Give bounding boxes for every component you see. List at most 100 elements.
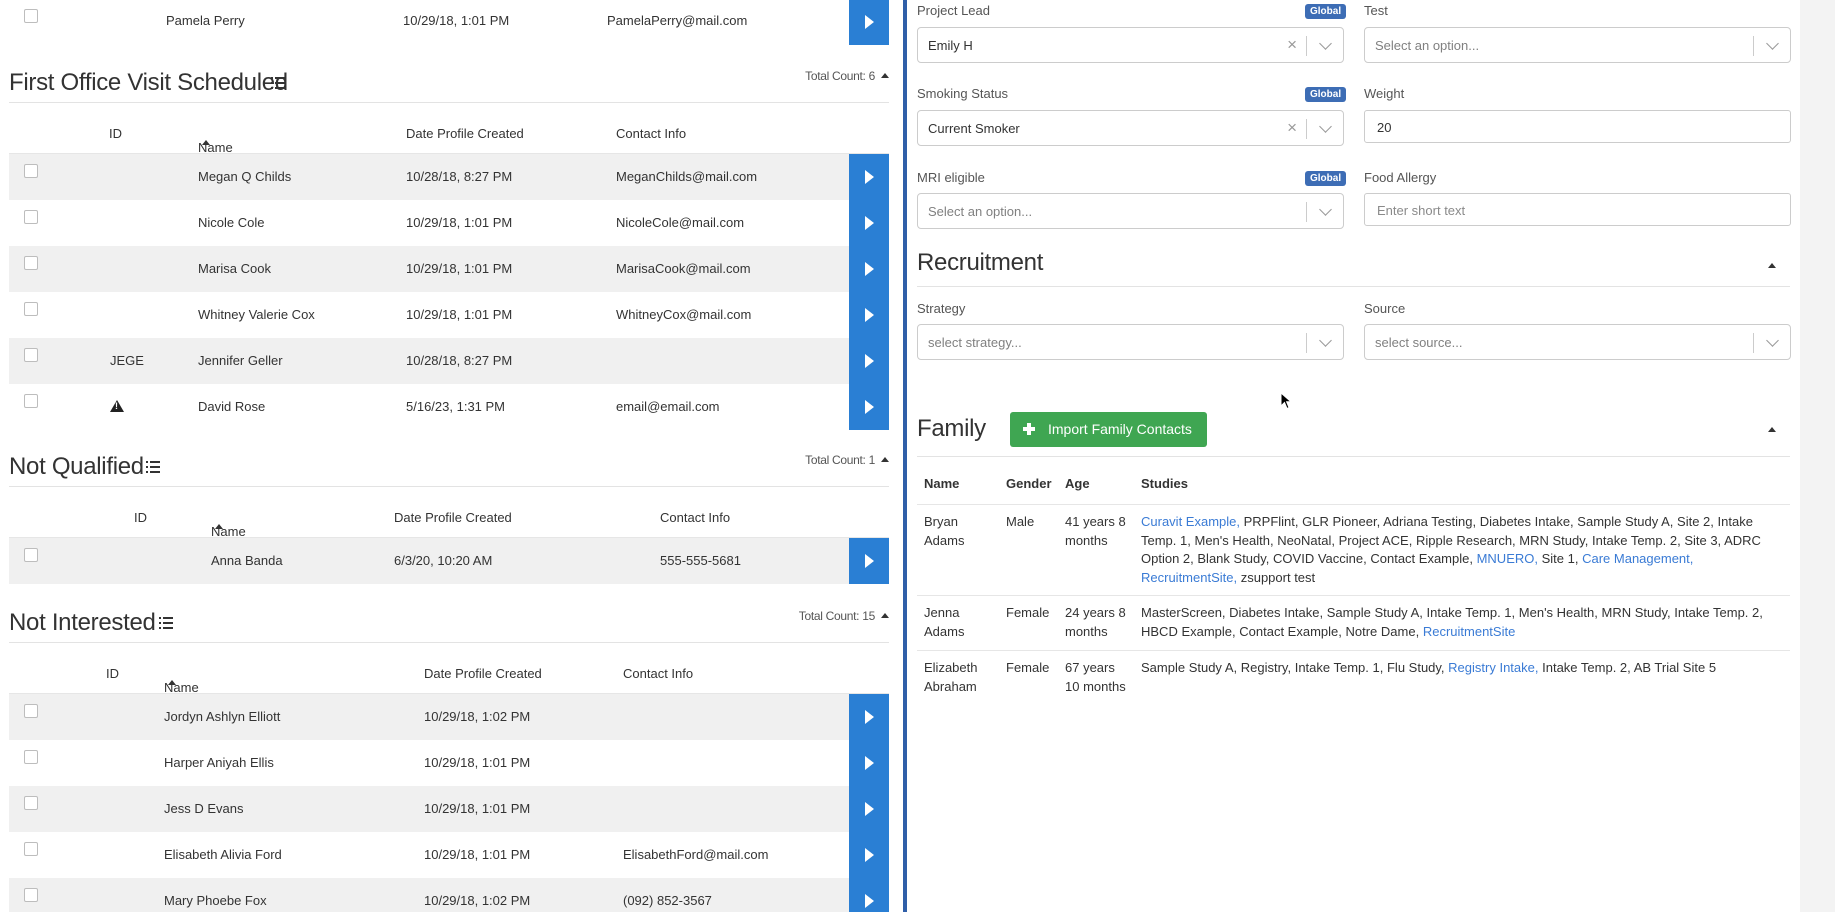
table-row[interactable]: Elisabeth Alivia Ford 10/29/18, 1:01 PM … bbox=[9, 832, 889, 878]
table-row[interactable]: Anna Banda 6/3/20, 10:20 AM 555-555-5681 bbox=[9, 538, 889, 584]
clear-icon[interactable]: × bbox=[1287, 119, 1297, 136]
row-name: Nicole Cole bbox=[198, 215, 265, 230]
open-record-button[interactable] bbox=[849, 694, 889, 740]
column-contact-info[interactable]: Contact Info bbox=[623, 666, 693, 681]
column-id[interactable]: ID bbox=[109, 126, 122, 141]
family-member-name[interactable]: Jenna Adams bbox=[924, 604, 992, 641]
chevron-down-icon[interactable] bbox=[1319, 37, 1332, 50]
section-title: First Office Visit Scheduled bbox=[9, 69, 288, 96]
study-label: Intake Temp. 2, bbox=[1674, 605, 1763, 620]
column-date-created[interactable]: Date Profile Created bbox=[406, 126, 524, 141]
study-label: Site 1, bbox=[1541, 551, 1579, 566]
collapse-caret-icon[interactable] bbox=[881, 73, 889, 78]
column-contact-info[interactable]: Contact Info bbox=[616, 126, 686, 141]
row-name: Whitney Valerie Cox bbox=[198, 307, 315, 322]
table-row[interactable]: Nicole Cole 10/29/18, 1:01 PM NicoleCole… bbox=[9, 200, 889, 246]
family-column-name: Name bbox=[924, 476, 960, 491]
open-record-button[interactable] bbox=[849, 338, 889, 384]
list-view-icon[interactable] bbox=[271, 77, 285, 89]
open-record-button[interactable] bbox=[849, 384, 889, 430]
table-row[interactable]: JEGE Jennifer Geller 10/28/18, 8:27 PM bbox=[9, 338, 889, 384]
row-checkbox[interactable] bbox=[24, 796, 38, 810]
study-link[interactable]: Care Management, bbox=[1582, 551, 1693, 566]
chevron-down-icon[interactable] bbox=[1319, 334, 1332, 347]
row-date: 10/29/18, 1:02 PM bbox=[424, 709, 531, 724]
open-record-button[interactable] bbox=[849, 878, 889, 912]
family-member-name[interactable]: Bryan Adams bbox=[924, 513, 992, 550]
collapse-caret-icon[interactable] bbox=[1768, 263, 1776, 268]
open-record-button[interactable] bbox=[849, 246, 889, 292]
mouse-cursor-icon bbox=[1280, 392, 1292, 410]
mri-eligible-select[interactable]: Select an option... bbox=[917, 193, 1344, 229]
plus-icon bbox=[1023, 423, 1035, 435]
study-link[interactable]: MNUERO, bbox=[1477, 551, 1538, 566]
open-record-button[interactable] bbox=[849, 740, 889, 786]
row-checkbox[interactable] bbox=[24, 302, 38, 316]
table-row[interactable]: Megan Q Childs 10/28/18, 8:27 PM MeganCh… bbox=[9, 154, 889, 200]
row-checkbox[interactable] bbox=[24, 704, 38, 718]
collapse-caret-icon[interactable] bbox=[881, 613, 889, 618]
section-header-not-qualified: Not Qualified Total Count: 1 bbox=[9, 447, 889, 487]
project-lead-select[interactable]: Emily H × bbox=[917, 27, 1344, 63]
chevron-down-icon[interactable] bbox=[1766, 334, 1779, 347]
source-select[interactable]: select source... bbox=[1364, 324, 1791, 360]
total-count[interactable]: Total Count: 6 bbox=[805, 69, 889, 83]
row-checkbox[interactable] bbox=[24, 548, 38, 562]
open-record-button[interactable] bbox=[849, 292, 889, 338]
column-id[interactable]: ID bbox=[134, 510, 147, 525]
study-label: Flu Study, bbox=[1386, 660, 1445, 675]
open-record-button[interactable] bbox=[849, 0, 889, 45]
row-checkbox[interactable] bbox=[24, 9, 38, 23]
column-date-created[interactable]: Date Profile Created bbox=[424, 666, 542, 681]
clear-icon[interactable]: × bbox=[1287, 36, 1297, 53]
app-page: Pamela Perry 10/29/18, 1:01 PM PamelaPer… bbox=[0, 0, 1835, 912]
study-label: COVID Vaccine, bbox=[1273, 551, 1367, 566]
chevron-down-icon[interactable] bbox=[1766, 37, 1779, 50]
scrollbar-track[interactable] bbox=[1800, 0, 1835, 912]
strategy-select[interactable]: select strategy... bbox=[917, 324, 1344, 360]
table-row[interactable]: Jess D Evans 10/29/18, 1:01 PM bbox=[9, 786, 889, 832]
open-record-button[interactable] bbox=[849, 538, 889, 584]
food-allergy-input[interactable]: Enter short text bbox=[1364, 193, 1791, 226]
import-family-contacts-button[interactable]: Import Family Contacts bbox=[1010, 412, 1207, 447]
row-checkbox[interactable] bbox=[24, 164, 38, 178]
global-badge: Global bbox=[1305, 4, 1347, 19]
row-checkbox[interactable] bbox=[24, 888, 38, 902]
study-link[interactable]: Curavit Example, bbox=[1141, 514, 1240, 529]
table-row[interactable]: Whitney Valerie Cox 10/29/18, 1:01 PM Wh… bbox=[9, 292, 889, 338]
open-record-button[interactable] bbox=[849, 154, 889, 200]
table-row[interactable]: Marisa Cook 10/29/18, 1:01 PM MarisaCook… bbox=[9, 246, 889, 292]
weight-input[interactable]: 20 bbox=[1364, 110, 1791, 143]
row-checkbox[interactable] bbox=[24, 210, 38, 224]
table-row[interactable]: Harper Aniyah Ellis 10/29/18, 1:01 PM bbox=[9, 740, 889, 786]
table-row[interactable]: Pamela Perry 10/29/18, 1:01 PM PamelaPer… bbox=[9, 0, 889, 45]
family-member-name[interactable]: Elizabeth Abraham bbox=[924, 659, 992, 696]
list-view-icon[interactable] bbox=[146, 461, 160, 473]
list-view-icon[interactable] bbox=[159, 617, 173, 629]
column-date-created[interactable]: Date Profile Created bbox=[394, 510, 512, 525]
smoking-status-select[interactable]: Current Smoker × bbox=[917, 110, 1344, 146]
open-record-button[interactable] bbox=[849, 786, 889, 832]
open-record-button[interactable] bbox=[849, 832, 889, 878]
row-checkbox[interactable] bbox=[24, 256, 38, 270]
open-record-button[interactable] bbox=[849, 200, 889, 246]
total-count[interactable]: Total Count: 15 bbox=[799, 609, 889, 623]
column-contact-info[interactable]: Contact Info bbox=[660, 510, 730, 525]
row-checkbox[interactable] bbox=[24, 394, 38, 408]
column-id[interactable]: ID bbox=[106, 666, 119, 681]
test-select[interactable]: Select an option... bbox=[1364, 27, 1791, 63]
study-link[interactable]: RecruitmentSite bbox=[1423, 624, 1515, 639]
study-link[interactable]: RecruitmentSite, bbox=[1141, 570, 1237, 585]
table-row[interactable]: Mary Phoebe Fox 10/29/18, 1:02 PM (092) … bbox=[9, 878, 889, 912]
table-row[interactable]: Jordyn Ashlyn Elliott 10/29/18, 1:02 PM bbox=[9, 694, 889, 740]
total-count[interactable]: Total Count: 1 bbox=[805, 453, 889, 467]
row-checkbox[interactable] bbox=[24, 750, 38, 764]
chevron-down-icon[interactable] bbox=[1319, 203, 1332, 216]
collapse-caret-icon[interactable] bbox=[1768, 427, 1776, 432]
study-link[interactable]: Registry Intake, bbox=[1448, 660, 1538, 675]
table-row[interactable]: David Rose 5/16/23, 1:31 PM email@email.… bbox=[9, 384, 889, 430]
chevron-down-icon[interactable] bbox=[1319, 120, 1332, 133]
row-checkbox[interactable] bbox=[24, 842, 38, 856]
collapse-caret-icon[interactable] bbox=[881, 457, 889, 462]
row-checkbox[interactable] bbox=[24, 348, 38, 362]
